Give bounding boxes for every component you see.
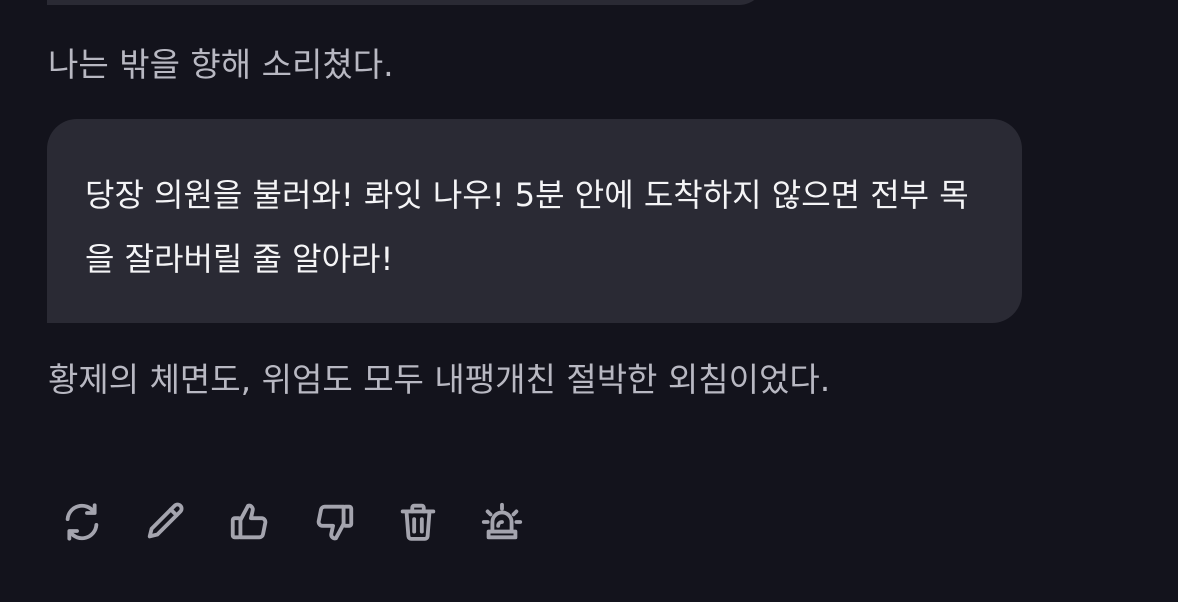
siren-icon	[481, 502, 523, 540]
narration-text: 나는 밖을 향해 소리쳤다.	[48, 45, 394, 84]
edit-button[interactable]	[142, 498, 190, 546]
narration-text-2: 황제의 체면도, 위엄도 모두 내팽개친 절박한 외침이었다.	[48, 360, 831, 399]
report-button[interactable]	[478, 498, 526, 546]
regenerate-button[interactable]	[58, 498, 106, 546]
previous-message-bubble	[47, 0, 765, 5]
dialogue-text: 당장 의원을 불러와! 롸잇 나우! 5분 안에 도착하지 않으면 전부 목을 …	[85, 176, 969, 278]
pencil-icon	[147, 502, 184, 539]
delete-button[interactable]	[394, 498, 442, 546]
dislike-button[interactable]	[310, 498, 358, 546]
thumbs-up-icon	[230, 503, 268, 540]
thumbs-down-icon	[316, 504, 354, 541]
trash-icon	[400, 503, 436, 541]
dialogue-bubble: 당장 의원을 불러와! 롸잇 나우! 5분 안에 도착하지 않으면 전부 목을 …	[47, 119, 1022, 323]
like-button[interactable]	[226, 498, 274, 546]
message-action-bar	[58, 498, 562, 546]
refresh-icon	[65, 503, 99, 541]
